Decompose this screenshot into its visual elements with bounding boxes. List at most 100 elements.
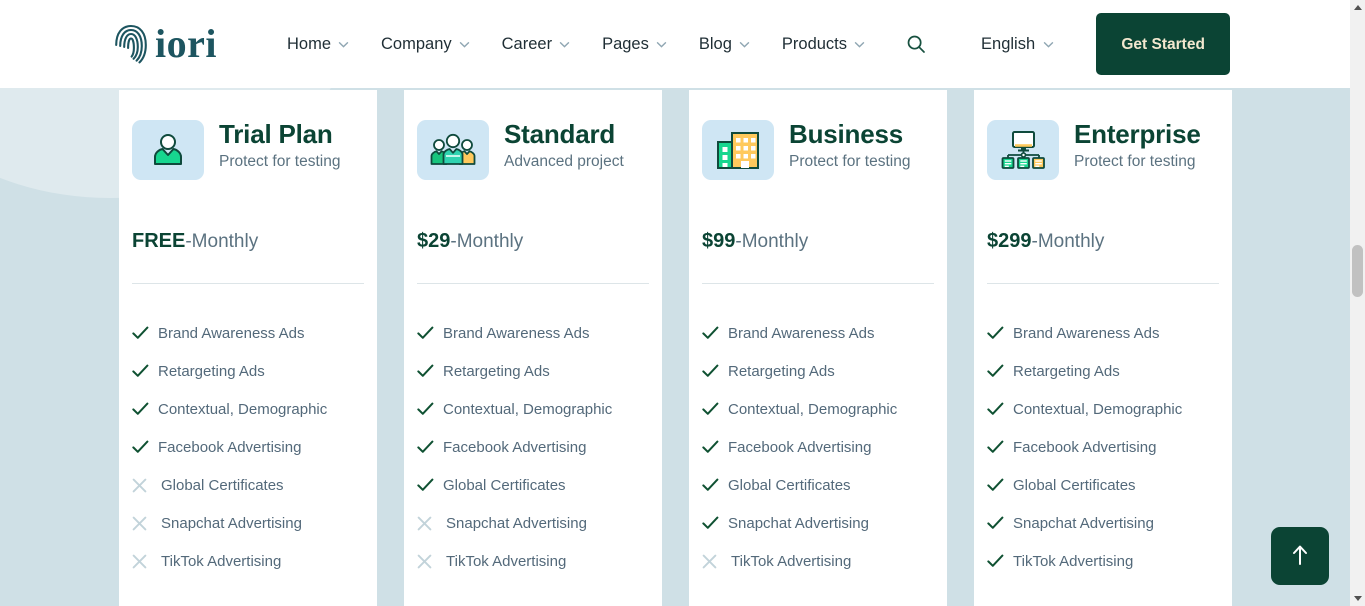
feature-label: Retargeting Ads (1013, 362, 1120, 380)
pricing-card-header: Business Protect for testing (702, 90, 934, 180)
plan-price-amount: $99 (702, 230, 736, 252)
feature-item: Snapchat Advertising (417, 504, 649, 542)
check-icon (987, 516, 1013, 530)
feature-label: Retargeting Ads (443, 362, 550, 380)
feature-label: Brand Awareness Ads (728, 324, 875, 342)
feature-item: Global Certificates (132, 466, 364, 504)
main-navigation: Home Company Career Pages Blog Products (271, 27, 881, 62)
feature-label: Contextual, Demographic (1013, 400, 1183, 418)
feature-label: Retargeting Ads (158, 362, 265, 380)
plan-price-period: -Monthly (450, 231, 524, 252)
feature-label: TikTok Advertising (161, 552, 282, 570)
plan-subtitle: Protect for testing (219, 152, 341, 170)
scrollbar-thumb[interactable] (1352, 245, 1363, 297)
plan-price-amount: $29 (417, 230, 451, 252)
nav-item-label: Products (781, 34, 848, 53)
feature-item: TikTok Advertising (987, 542, 1219, 580)
feature-label: Global Certificates (161, 476, 284, 494)
feature-label: TikTok Advertising (731, 552, 852, 570)
back-to-top-button[interactable] (1271, 527, 1329, 585)
nav-item-products[interactable]: Products (766, 27, 881, 62)
plan-price-amount: FREE (132, 230, 186, 252)
search-icon[interactable] (903, 31, 929, 57)
pricing-card: Standard Advanced project $29-Monthly Brand… (404, 90, 662, 606)
pricing-card: Enterprise Protect for testing $299-Monthl… (974, 90, 1232, 606)
language-label: English (981, 34, 1036, 53)
chevron-down-icon (459, 41, 470, 48)
check-icon (987, 554, 1013, 568)
site-logo[interactable]: iori (114, 23, 217, 65)
browser-viewport: Trial Plan Protect for testing FREE-Monthl… (0, 0, 1365, 606)
nav-item-blog[interactable]: Blog (683, 27, 766, 62)
nav-item-company[interactable]: Company (365, 27, 486, 62)
plan-price-row: $29-Monthly (417, 230, 649, 253)
scrollbar-up-arrow-icon[interactable] (1350, 0, 1365, 15)
cross-icon (417, 554, 443, 569)
check-icon (702, 364, 728, 378)
pricing-card-header: Trial Plan Protect for testing (132, 90, 364, 180)
check-icon (702, 402, 728, 416)
check-icon (417, 478, 443, 492)
feature-label: Contextual, Demographic (728, 400, 898, 418)
plan-subtitle: Protect for testing (789, 152, 911, 170)
cross-icon (132, 516, 158, 531)
plan-title-block: Enterprise Protect for testing (1074, 119, 1201, 171)
feature-item: Retargeting Ads (132, 352, 364, 390)
feature-item: TikTok Advertising (417, 542, 649, 580)
plan-name: Enterprise (1074, 119, 1201, 149)
check-icon (987, 326, 1013, 340)
feature-label: Brand Awareness Ads (1013, 324, 1160, 342)
plan-price-amount: $299 (987, 230, 1032, 252)
plan-title-block: Standard Advanced project (504, 119, 624, 171)
feature-item: Contextual, Demographic (132, 390, 364, 428)
nav-item-home[interactable]: Home (271, 27, 365, 62)
feature-item: Retargeting Ads (987, 352, 1219, 390)
feature-label: Facebook Advertising (158, 438, 302, 456)
scrollbar-down-arrow-icon[interactable] (1350, 591, 1365, 606)
nav-item-pages[interactable]: Pages (586, 27, 683, 62)
check-icon (987, 440, 1013, 454)
cross-icon (132, 554, 158, 569)
feature-label: TikTok Advertising (446, 552, 567, 570)
check-icon (132, 402, 158, 416)
check-icon (417, 440, 443, 454)
feature-label: Contextual, Demographic (158, 400, 328, 418)
plan-feature-list: Brand Awareness Ads Retargeting Ads Contex… (132, 314, 364, 580)
check-icon (987, 402, 1013, 416)
check-icon (132, 364, 158, 378)
feature-item: Facebook Advertising (987, 428, 1219, 466)
page-scrollbar[interactable] (1350, 0, 1365, 606)
feature-label: Retargeting Ads (728, 362, 835, 380)
card-divider (417, 283, 649, 284)
nav-item-label: Home (286, 34, 331, 53)
cross-icon (702, 554, 728, 569)
pricing-card-header: Standard Advanced project (417, 90, 649, 180)
feature-item: Brand Awareness Ads (132, 314, 364, 352)
feature-item: Facebook Advertising (702, 428, 934, 466)
feature-item: Global Certificates (702, 466, 934, 504)
nav-item-label: Career (501, 34, 553, 53)
check-icon (702, 478, 728, 492)
feature-item: TikTok Advertising (702, 542, 934, 580)
feature-item: Brand Awareness Ads (987, 314, 1219, 352)
feature-item: Global Certificates (987, 466, 1219, 504)
check-icon (987, 478, 1013, 492)
check-icon (702, 326, 728, 340)
feature-label: Brand Awareness Ads (158, 324, 305, 342)
check-icon (987, 364, 1013, 378)
nav-item-career[interactable]: Career (486, 27, 586, 62)
check-icon (417, 402, 443, 416)
language-selector[interactable]: English (981, 35, 1054, 54)
chevron-down-icon (338, 41, 349, 48)
plan-subtitle: Protect for testing (1074, 152, 1196, 170)
feature-item: Facebook Advertising (417, 428, 649, 466)
feature-item: Snapchat Advertising (987, 504, 1219, 542)
cross-icon (132, 478, 158, 493)
plan-name: Standard (504, 119, 616, 149)
plan-price-period: -Monthly (185, 231, 259, 252)
plan-name: Business (789, 119, 904, 149)
plan-feature-list: Brand Awareness Ads Retargeting Ads Contex… (987, 314, 1219, 580)
chevron-down-icon (559, 41, 570, 48)
plan-title-block: Business Protect for testing (789, 119, 911, 171)
get-started-button[interactable]: Get Started (1096, 13, 1231, 75)
